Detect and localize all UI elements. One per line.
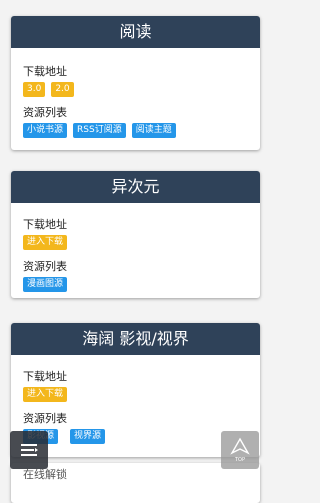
menu-icon: [21, 444, 38, 456]
card-partial: 在线解锁: [11, 463, 260, 503]
download-2-0-button[interactable]: 2.0: [51, 82, 74, 97]
resources-label: 资源列表: [23, 260, 67, 273]
card-title: 异次元: [11, 171, 260, 203]
shijie-source-button[interactable]: 视界源: [70, 429, 106, 444]
novel-source-button[interactable]: 小说书源: [23, 123, 68, 138]
download-label: 下载地址: [23, 65, 67, 78]
top-label: TOP: [234, 457, 245, 463]
comic-source-button[interactable]: 漫画图源: [23, 277, 68, 292]
arrow-up-icon: [230, 437, 250, 455]
enter-download-button[interactable]: 进入下载: [23, 387, 68, 402]
reading-theme-button[interactable]: 阅读主题: [131, 123, 176, 138]
card-title: 海阔 影视/视界: [11, 323, 260, 355]
card-yuedu: 阅读 下载地址 3.0 2.0 资源列表 小说书源 RSS订阅源 阅读主题: [11, 16, 260, 150]
resources-label: 资源列表: [23, 412, 67, 425]
download-3-0-button[interactable]: 3.0: [23, 82, 46, 97]
enter-download-button[interactable]: 进入下载: [23, 235, 68, 250]
resources-label: 资源列表: [23, 106, 67, 119]
back-to-top-button[interactable]: TOP: [221, 431, 259, 469]
card-title: 阅读: [11, 16, 260, 48]
card-yiciyuan: 异次元 下载地址 进入下载 资源列表 漫画图源: [11, 171, 260, 298]
download-label: 下载地址: [23, 218, 67, 231]
menu-button[interactable]: [10, 431, 48, 469]
rss-source-button[interactable]: RSS订阅源: [73, 123, 126, 138]
download-label: 下载地址: [23, 370, 67, 383]
